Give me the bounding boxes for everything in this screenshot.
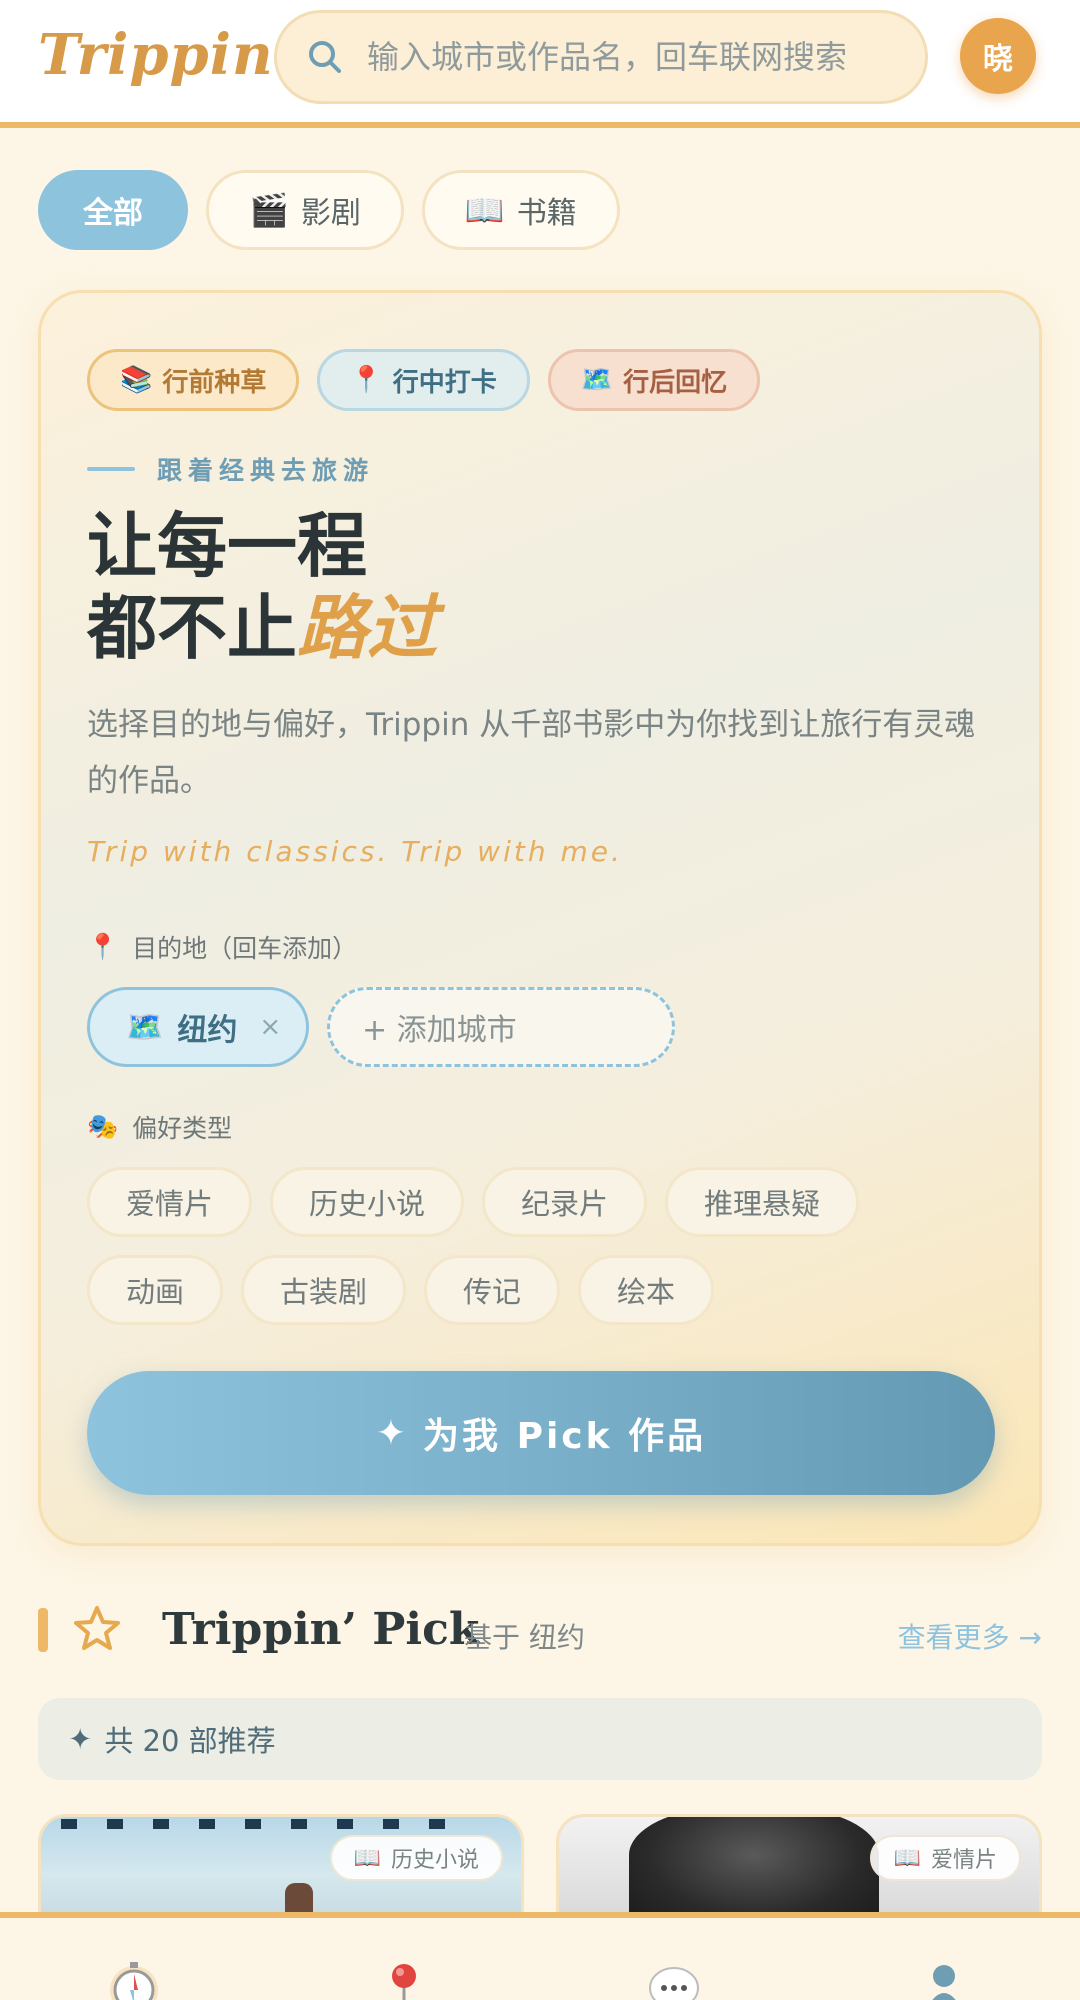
hero-card: 📚 行前种草 📍 行中打卡 🗺️ 行后回忆 跟着经典去旅游 让每一程 都不止路过… bbox=[38, 290, 1042, 1546]
book-icon: 📖 bbox=[893, 1845, 921, 1871]
recommendation-cards: 📖 历史小说 📖 爱情片 bbox=[38, 1814, 1042, 1914]
compass-icon bbox=[102, 1960, 166, 2000]
tab-film[interactable]: 🎬 影剧 bbox=[206, 170, 404, 250]
pref-chip[interactable]: 爱情片 bbox=[87, 1167, 253, 1237]
stage-chip-before[interactable]: 📚 行前种草 bbox=[87, 349, 300, 411]
headline-accent: 路过 bbox=[297, 587, 437, 669]
tab-label: 书籍 bbox=[516, 196, 577, 231]
hero-tagline: Trip with classics. Trip with me. bbox=[87, 835, 623, 868]
city-chip-newyork[interactable]: 🗺️ 纽约 × bbox=[87, 987, 309, 1067]
tab-label: 全部 bbox=[83, 196, 143, 231]
destination-label-text: 目的地（回车添加） bbox=[132, 934, 358, 963]
profile-icon bbox=[912, 1960, 976, 2000]
card-poster-figure bbox=[285, 1883, 313, 1914]
recommendation-card[interactable]: 📖 历史小说 bbox=[38, 1814, 524, 1914]
film-strip-decoration bbox=[61, 1819, 445, 1829]
recommendation-card[interactable]: 📖 爱情片 bbox=[556, 1814, 1042, 1914]
eyebrow-text: 跟着经典去旅游 bbox=[157, 456, 375, 485]
user-avatar[interactable]: 晓 bbox=[960, 18, 1036, 94]
section-accent-bar bbox=[38, 1608, 48, 1652]
category-tabs: 全部 🎬 影剧 📖 书籍 bbox=[38, 170, 620, 250]
pick-button-label: 为我 Pick 作品 bbox=[423, 1416, 707, 1457]
pref-chip[interactable]: 历史小说 bbox=[270, 1167, 465, 1237]
headline-prefix: 都不止 bbox=[87, 587, 297, 669]
hero-eyebrow: 跟着经典去旅游 bbox=[87, 451, 374, 487]
pick-section-header: Trippin’ Pick 基于 纽约 查看更多 → bbox=[38, 1600, 1042, 1660]
nav-checkin[interactable] bbox=[372, 1960, 436, 2000]
star-icon bbox=[72, 1604, 122, 1654]
search-bar[interactable] bbox=[274, 10, 928, 104]
stage-chip-during[interactable]: 📍 行中打卡 bbox=[317, 349, 530, 411]
pref-chip[interactable]: 推理悬疑 bbox=[665, 1167, 860, 1237]
pin-icon: 📍 bbox=[87, 932, 119, 961]
pref-chip[interactable]: 动画 bbox=[87, 1255, 224, 1325]
nav-profile[interactable] bbox=[912, 1960, 976, 2000]
pref-chip[interactable]: 传记 bbox=[424, 1255, 561, 1325]
sparkle-icon: ✦ bbox=[375, 1412, 410, 1454]
pick-works-button[interactable]: ✦ 为我 Pick 作品 bbox=[87, 1371, 995, 1495]
count-text: 共 20 部推荐 bbox=[104, 1724, 276, 1758]
view-more-link[interactable]: 查看更多 → bbox=[898, 1616, 1042, 1656]
nav-messages[interactable] bbox=[642, 1960, 706, 2000]
pref-chip[interactable]: 古装剧 bbox=[241, 1255, 407, 1325]
preference-chips: 爱情片 历史小说 纪录片 推理悬疑 动画 古装剧 传记 绘本 bbox=[87, 1167, 1007, 1325]
preference-label: 🎭 偏好类型 bbox=[87, 1109, 232, 1145]
book-icon: 📖 bbox=[353, 1845, 381, 1871]
card-genre-tag: 📖 爱情片 bbox=[869, 1835, 1021, 1881]
remove-city-icon[interactable]: × bbox=[259, 1012, 281, 1042]
stage-chip-after[interactable]: 🗺️ 行后回忆 bbox=[547, 349, 761, 411]
tab-books[interactable]: 📖 书籍 bbox=[421, 170, 620, 250]
card-poster-figure bbox=[629, 1817, 879, 1914]
add-city-input[interactable]: + 添加城市 bbox=[327, 987, 675, 1067]
tab-label: 影剧 bbox=[300, 196, 361, 231]
pin-icon: 📍 bbox=[350, 365, 383, 395]
tag-label: 历史小说 bbox=[390, 1848, 479, 1873]
section-title: Trippin’ Pick bbox=[162, 1604, 480, 1655]
headline-line-1: 让每一程 bbox=[87, 505, 367, 587]
search-icon bbox=[305, 37, 345, 77]
theater-masks-icon: 🎭 bbox=[87, 1112, 119, 1141]
tag-label: 爱情片 bbox=[930, 1848, 997, 1873]
stage-chips: 📚 行前种草 📍 行中打卡 🗺️ 行后回忆 bbox=[87, 349, 761, 411]
preference-label-text: 偏好类型 bbox=[132, 1114, 233, 1143]
stage-label: 行后回忆 bbox=[623, 367, 728, 398]
destination-row: 🗺️ 纽约 × + 添加城市 bbox=[87, 987, 675, 1067]
hero-headline: 让每一程 都不止路过 bbox=[87, 505, 437, 669]
pref-chip[interactable]: 纪录片 bbox=[482, 1167, 648, 1237]
bottom-navigation bbox=[0, 1912, 1080, 2000]
map-icon: 🗺️ bbox=[580, 365, 614, 395]
app-logo[interactable]: Trippin bbox=[38, 22, 274, 88]
books-icon: 📚 bbox=[120, 365, 153, 395]
clapperboard-icon: 🎬 bbox=[249, 191, 289, 229]
sparkle-icon: ✦ bbox=[68, 1722, 93, 1756]
hero-description: 选择目的地与偏好，Trippin 从千部书影中为你找到让旅行有灵魂的作品。 bbox=[87, 707, 976, 799]
search-input[interactable] bbox=[367, 38, 907, 76]
city-name: 纽约 bbox=[177, 1013, 238, 1048]
destination-label: 📍 目的地（回车添加） bbox=[87, 929, 357, 965]
card-genre-tag: 📖 历史小说 bbox=[329, 1835, 503, 1881]
chat-bubble-icon bbox=[642, 1960, 706, 2000]
nav-explore[interactable] bbox=[102, 1960, 166, 2000]
headline-line-2: 都不止路过 bbox=[87, 587, 437, 669]
eyebrow-divider bbox=[87, 467, 135, 471]
stage-label: 行中打卡 bbox=[392, 367, 497, 398]
pref-chip[interactable]: 绘本 bbox=[578, 1255, 715, 1325]
top-header: Trippin 晓 bbox=[0, 0, 1080, 128]
tab-all[interactable]: 全部 bbox=[38, 170, 188, 250]
map-icon: 🗺️ bbox=[126, 1009, 164, 1045]
section-subtitle: 基于 纽约 bbox=[464, 1621, 585, 1654]
book-icon: 📖 bbox=[464, 191, 505, 229]
stage-label: 行前种草 bbox=[162, 367, 267, 398]
recommendation-count: ✦ 共 20 部推荐 bbox=[38, 1698, 1042, 1780]
map-pin-icon bbox=[372, 1960, 436, 2000]
